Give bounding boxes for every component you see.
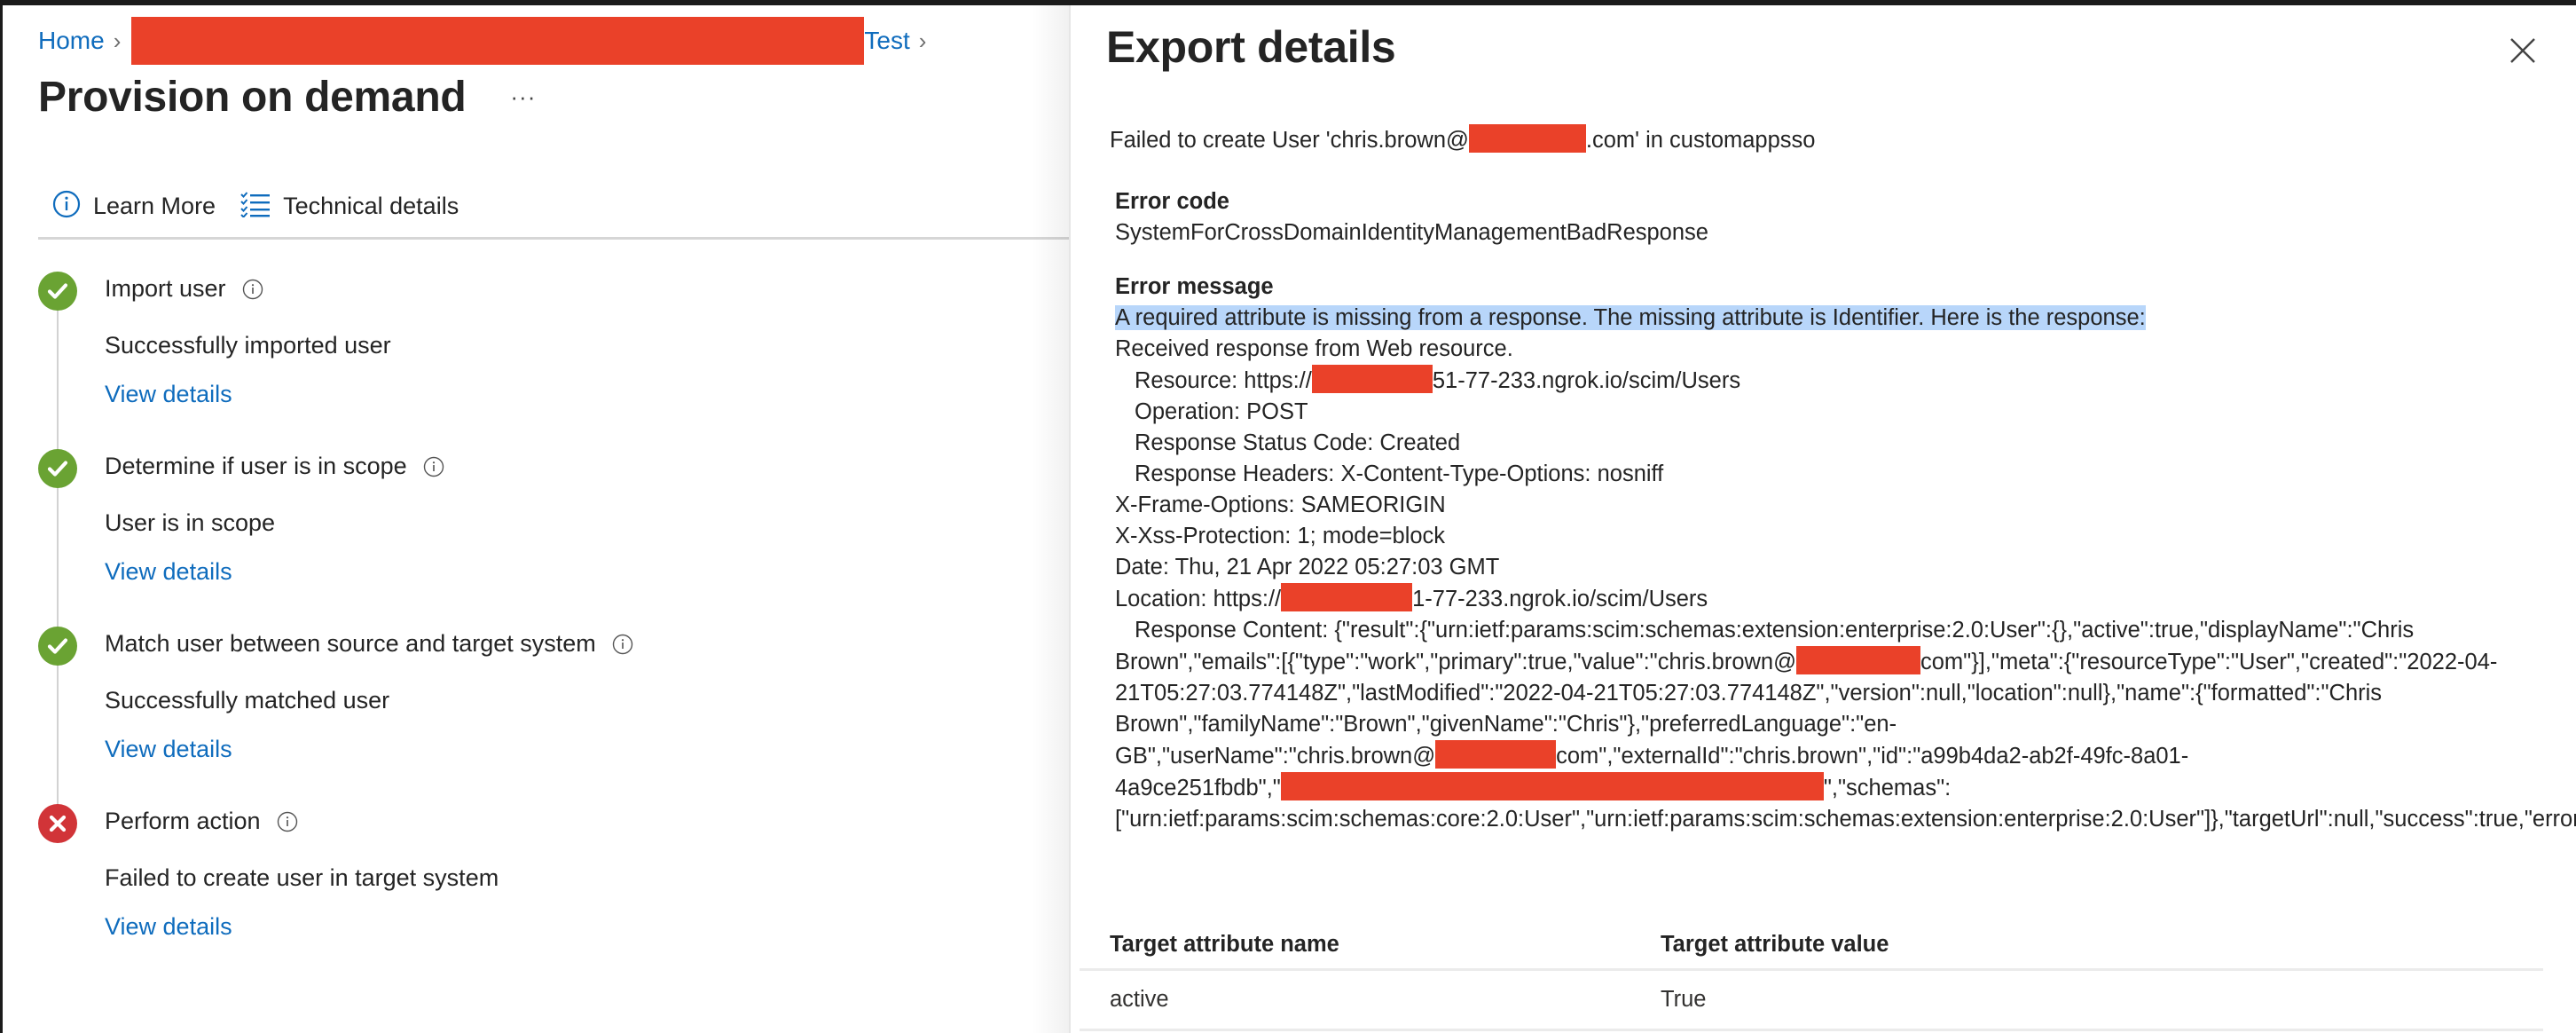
table-row: active True	[1080, 971, 2543, 1031]
attribute-name: active	[1110, 987, 1169, 1012]
step-determine-scope: Determine if user is in scope User is in…	[3, 449, 978, 646]
response-resource: Resource: https:// 51-77-233.ngrok.io/sci…	[1115, 365, 2576, 397]
redacted-domain	[1468, 124, 1586, 153]
response-line: Date: Thu, 21 Apr 2022 05:27:03 GMT	[1115, 555, 1500, 580]
response-line: Response Content: {"result":{"urn:ietf:p…	[1135, 618, 2415, 643]
step-description: User is in scope	[105, 509, 276, 536]
response-text: com"}],"meta":{"resourceType":"User","cr…	[1920, 650, 2498, 674]
export-details-body: Failed to create User 'chris.brown@ .com'…	[1110, 124, 2576, 835]
response-content-line: Brown","emails":[{"type":"work","primary…	[1115, 646, 2576, 678]
response-line: ["urn:ietf:params:scim:schemas:core:2.0:…	[1115, 807, 2576, 832]
step-title: Perform action	[105, 808, 261, 834]
summary-text: Failed to create User 'chris.brown@	[1110, 128, 1469, 153]
response-text: 1-77-233.ngrok.io/scim/Users	[1412, 587, 1708, 611]
step-title: Determine if user is in scope	[105, 453, 407, 479]
close-icon	[2510, 38, 2535, 63]
redacted-domain	[1435, 740, 1557, 769]
response-line: X-Xss-Protection: 1; mode=block	[1115, 524, 1446, 548]
redacted-host	[1311, 365, 1433, 393]
response-content-line: 4a9ce251fbdb"," ","schemas":	[1115, 772, 2576, 804]
info-icon[interactable]	[423, 456, 444, 477]
response-line: Response Status Code: Created	[1135, 430, 1461, 455]
step-description: Successfully matched user	[105, 687, 390, 714]
redacted-value	[1280, 772, 1824, 800]
success-check-icon	[38, 272, 77, 311]
response-text: ","schemas":	[1823, 776, 1952, 800]
info-icon[interactable]	[612, 634, 633, 655]
response-line: Operation: POST	[1135, 399, 1308, 424]
provision-page: Home › Test › Provision on demand ··· Le…	[3, 5, 1069, 1033]
redacted-host	[1281, 583, 1413, 611]
step-description: Failed to create user in target system	[105, 864, 499, 891]
step-title-row: Import user	[105, 275, 263, 303]
step-import-user: Import user Successfully imported user V…	[3, 272, 978, 469]
error-message-highlighted: A required attribute is missing from a r…	[1115, 305, 2146, 330]
error-message-label: Error message	[1115, 274, 1274, 299]
screen: Home › Test › Provision on demand ··· Le…	[0, 5, 2576, 1033]
column-header-value[interactable]: Target attribute value	[1661, 932, 1889, 958]
view-details-link[interactable]: View details	[105, 381, 232, 408]
step-title-row: Match user between source and target sys…	[105, 630, 633, 658]
column-header-name[interactable]: Target attribute name	[1080, 932, 1661, 958]
step-match-user: Match user between source and target sys…	[3, 627, 978, 824]
response-line: 21T05:27:03.774148Z","lastModified":"202…	[1115, 681, 2383, 706]
step-title-row: Perform action	[105, 808, 298, 835]
summary-text: .com' in customappsso	[1585, 128, 1816, 153]
response-text: Location: https://	[1115, 587, 1282, 611]
info-icon[interactable]	[242, 279, 263, 300]
response-text: Brown","emails":[{"type":"work","primary…	[1115, 650, 1796, 674]
panel-title: Export details	[1106, 22, 1396, 72]
error-x-icon	[38, 804, 77, 843]
target-attribute-table: Target attribute name Target attribute v…	[1080, 921, 2543, 1031]
response-line: Received response from Web resource.	[1115, 336, 1513, 361]
view-details-link[interactable]: View details	[105, 558, 232, 586]
export-details-panel: Export details Failed to create User 'ch…	[1069, 5, 2576, 1033]
response-content-line: GB","userName":"chris.brown@ com","extern…	[1115, 740, 2576, 772]
step-title: Match user between source and target sys…	[105, 630, 596, 657]
info-icon[interactable]	[277, 811, 298, 832]
view-details-link[interactable]: View details	[105, 913, 232, 941]
error-code-label: Error code	[1115, 189, 1229, 214]
step-description: Successfully imported user	[105, 332, 391, 359]
response-line: X-Frame-Options: SAMEORIGIN	[1115, 493, 1446, 517]
response-line: Brown","familyName":"Brown","givenName":…	[1115, 712, 1897, 737]
step-title-row: Determine if user is in scope	[105, 453, 444, 480]
redacted-domain	[1796, 646, 1920, 674]
failure-summary: Failed to create User 'chris.brown@ .com'…	[1110, 124, 2576, 156]
error-message-section: Error message A required attribute is mi…	[1115, 272, 2576, 835]
attribute-value: True	[1661, 987, 1707, 1012]
success-check-icon	[38, 449, 77, 488]
table-header: Target attribute name Target attribute v…	[1080, 921, 2543, 971]
view-details-link[interactable]: View details	[105, 736, 232, 763]
success-check-icon	[38, 627, 77, 666]
provisioning-steps: Import user Successfully imported user V…	[3, 5, 1069, 1033]
response-text: com","externalId":"chris.brown","id":"a9…	[1556, 744, 2189, 769]
response-text: 51-77-233.ngrok.io/scim/Users	[1432, 368, 1741, 393]
error-code-section: Error code SystemForCrossDomainIdentityM…	[1115, 186, 2576, 248]
close-button[interactable]	[2508, 35, 2538, 66]
step-title: Import user	[105, 275, 226, 302]
response-line: Response Headers: X-Content-Type-Options…	[1135, 461, 1664, 486]
panel-shadow	[1032, 5, 1071, 1033]
response-text: 4a9ce251fbdb","	[1115, 776, 1281, 800]
response-text: GB","userName":"chris.brown@	[1115, 744, 1436, 769]
response-text: Resource: https://	[1135, 368, 1312, 393]
step-perform-action: Perform action Failed to create user in …	[3, 804, 978, 1001]
error-code-value: SystemForCrossDomainIdentityManagementBa…	[1115, 220, 1708, 245]
response-location: Location: https:// 1-77-233.ngrok.io/scim…	[1115, 583, 2576, 615]
